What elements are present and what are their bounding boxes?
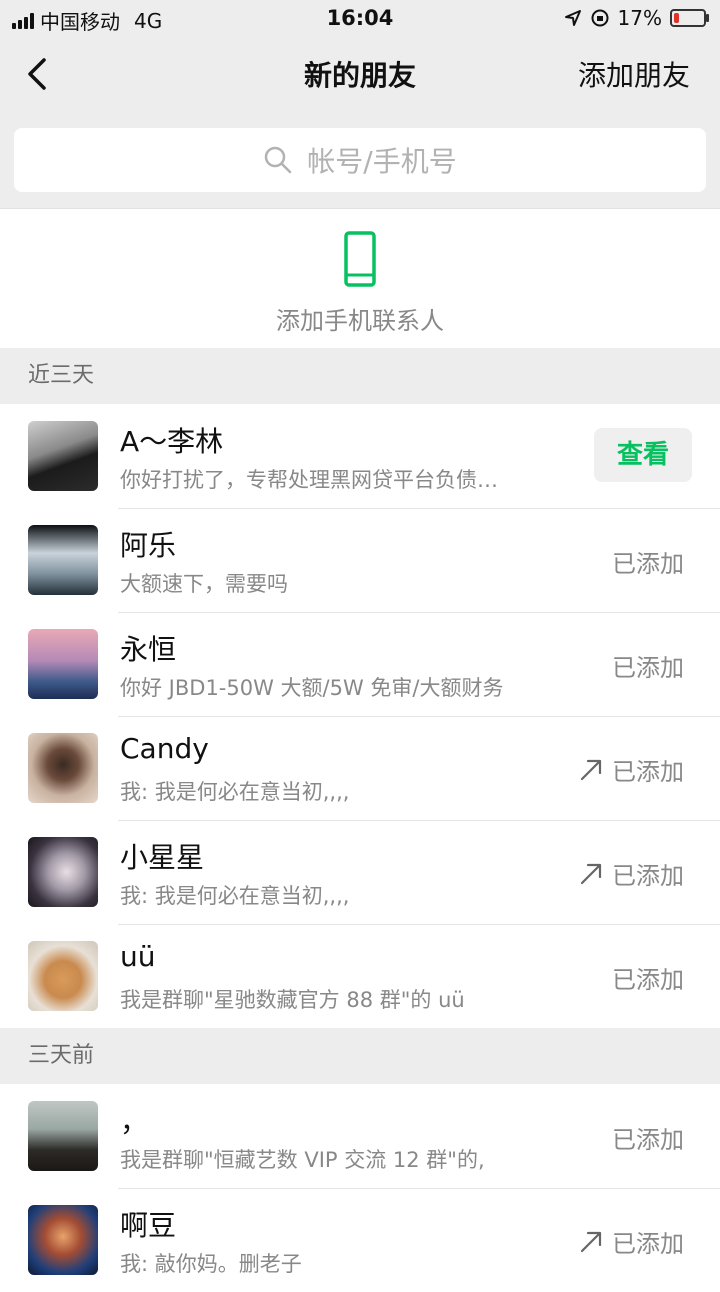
added-status: 已添加 — [578, 752, 684, 787]
view-button[interactable]: 查看 — [594, 428, 692, 482]
search-placeholder: 帐号/手机号 — [307, 145, 457, 178]
avatar — [28, 1205, 98, 1275]
friend-message: 你好 JBD1-50W 大额/5W 免审/大额财务 — [120, 676, 504, 700]
added-label: 已添加 — [612, 966, 684, 994]
add-phone-contacts[interactable]: 添加手机联系人 — [0, 208, 720, 349]
friend-request-row[interactable]: 阿乐 大额速下，需要吗 已添加 — [0, 508, 720, 612]
avatar — [28, 1101, 98, 1171]
friend-request-row[interactable]: 小星星 我: 我是何必在意当初,,,, 已添加 — [0, 820, 720, 924]
added-status: 已添加 — [578, 856, 684, 891]
friend-message: 我: 敲你妈。删老子 — [120, 1252, 302, 1276]
added-label: 已添加 — [612, 862, 684, 890]
friend-request-row[interactable]: uü 我是群聊"星驰数藏官方 88 群"的 uü 已添加 — [0, 924, 720, 1028]
friend-message: 我是群聊"恒藏艺数 VIP 交流 12 群"的, — [120, 1148, 485, 1172]
friend-message: 我是群聊"星驰数藏官方 88 群"的 uü — [120, 988, 465, 1012]
added-status: 已添加 — [612, 960, 684, 995]
friend-message: 大额速下，需要吗 — [120, 572, 288, 596]
added-status: 已添加 — [612, 648, 684, 683]
add-phone-contacts-label: 添加手机联系人 — [276, 307, 444, 335]
status-right: 17% — [564, 6, 709, 30]
added-status: 已添加 — [578, 1224, 684, 1259]
friend-request-row[interactable]: A～李林 你好打扰了，专帮处理黑网贷平台负债… 查看 — [0, 404, 720, 508]
friend-list-older: ， 我是群聊"恒藏艺数 VIP 交流 12 群"的, 已添加 啊豆 我: 敲你妈… — [0, 1084, 720, 1292]
added-label: 已添加 — [612, 758, 684, 786]
friend-request-row[interactable]: ， 我是群聊"恒藏艺数 VIP 交流 12 群"的, 已添加 — [0, 1084, 720, 1188]
friend-message: 我: 我是何必在意当初,,,, — [120, 884, 350, 908]
avatar — [28, 525, 98, 595]
added-label: 已添加 — [612, 654, 684, 682]
friend-name: uü — [120, 940, 156, 973]
section-header: 近三天 — [0, 348, 720, 404]
friend-name: 小星星 — [120, 841, 205, 874]
friend-name: 啊豆 — [120, 1209, 177, 1242]
avatar — [28, 733, 98, 803]
battery-icon — [670, 9, 709, 27]
friend-name: A～李林 — [120, 425, 224, 458]
arrow-up-right-icon — [580, 1231, 602, 1252]
search-input[interactable]: 帐号/手机号 — [14, 128, 706, 192]
added-label: 已添加 — [612, 550, 684, 578]
added-label: 已添加 — [612, 1126, 684, 1154]
friend-request-row[interactable]: 永恒 你好 JBD1-50W 大额/5W 免审/大额财务 已添加 — [0, 612, 720, 716]
rotation-lock-icon — [591, 9, 609, 27]
location-icon — [564, 10, 581, 26]
avatar — [28, 837, 98, 907]
battery-percent: 17% — [617, 6, 662, 30]
added-status: 已添加 — [612, 544, 684, 579]
friend-request-row[interactable]: Candy 我: 我是何必在意当初,,,, 已添加 — [0, 716, 720, 820]
friend-name: Candy — [120, 732, 209, 765]
status-bar: 中国移动 4G 16:04 17% — [0, 0, 720, 36]
friend-name: 永恒 — [120, 633, 177, 666]
friend-message: 你好打扰了，专帮处理黑网贷平台负债… — [120, 468, 498, 492]
phone-icon — [344, 231, 376, 287]
avatar — [28, 421, 98, 491]
add-friend-button[interactable]: 添加朋友 — [578, 54, 690, 94]
friend-list-recent: A～李林 你好打扰了，专帮处理黑网贷平台负债… 查看 阿乐 大额速下，需要吗 已… — [0, 404, 720, 1028]
section-header: 三天前 — [0, 1028, 720, 1084]
avatar — [28, 629, 98, 699]
arrow-up-right-icon — [580, 863, 602, 884]
arrow-up-right-icon — [580, 759, 602, 780]
friend-message: 我: 我是何必在意当初,,,, — [120, 780, 350, 804]
added-label: 已添加 — [612, 1230, 684, 1258]
search-icon — [265, 146, 292, 174]
nav-bar: 新的朋友 添加朋友 — [0, 36, 720, 112]
friend-request-row[interactable]: 啊豆 我: 敲你妈。删老子 已添加 — [0, 1188, 720, 1292]
avatar — [28, 941, 98, 1011]
friend-name: ， — [120, 1105, 149, 1138]
friend-name: 阿乐 — [120, 529, 177, 562]
added-status: 已添加 — [612, 1120, 684, 1155]
